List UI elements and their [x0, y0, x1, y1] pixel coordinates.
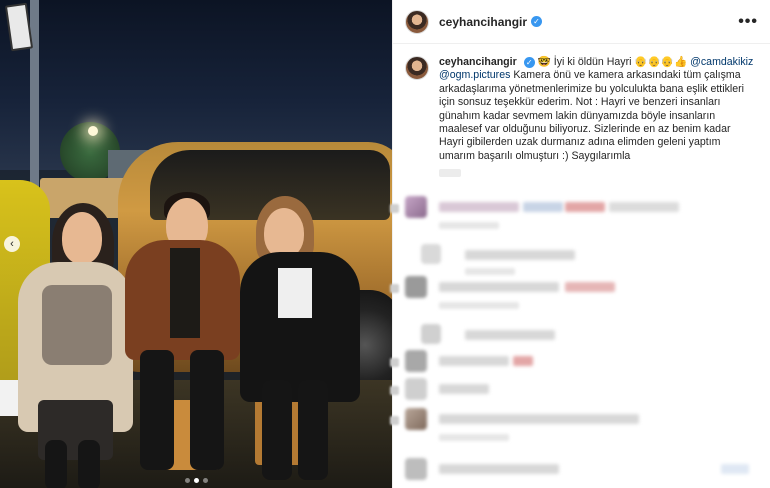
carousel-dot: [202, 478, 208, 483]
mention-link[interactable]: @camdakikiz: [690, 56, 753, 68]
mention-link[interactable]: @ogm.pictures: [439, 69, 510, 81]
carousel-dot-active: [193, 478, 199, 483]
post-username[interactable]: ceyhancihangir: [439, 15, 527, 29]
caption: ceyhancihangir ✓ 🤓 İyi ki öldün Hayri 👴👴…: [393, 44, 770, 163]
street-pole: [30, 0, 39, 210]
verified-badge-icon: ✓: [531, 16, 543, 27]
street-light: [88, 126, 98, 136]
caption-body: Kamera önü ve kamera arkasındaki tüm çal…: [439, 69, 745, 162]
caption-text: ceyhancihangir ✓ 🤓 İyi ki öldün Hayri 👴👴…: [439, 56, 758, 163]
caption-timestamp-blurred: [439, 169, 461, 178]
caption-username[interactable]: ceyhancihangir: [439, 56, 517, 68]
post-side-panel: ceyhancihangir ✓ ••• ceyhancihangir ✓ 🤓 …: [390, 0, 770, 488]
carousel-dots: [0, 478, 392, 483]
post-photo[interactable]: ‹: [0, 0, 392, 488]
post-header: ceyhancihangir ✓ •••: [393, 0, 770, 44]
caption-avatar[interactable]: [405, 56, 429, 80]
verified-badge-icon: ✓: [523, 57, 535, 68]
license-plate: [0, 380, 18, 416]
carousel-prev-button[interactable]: ‹: [4, 236, 20, 252]
more-options-icon[interactable]: •••: [738, 13, 758, 31]
caption-intro: 🤓 İyi ki öldün Hayri 👴👴👴👍: [537, 56, 691, 68]
avatar[interactable]: [405, 9, 429, 34]
carousel-dot: [184, 478, 190, 483]
